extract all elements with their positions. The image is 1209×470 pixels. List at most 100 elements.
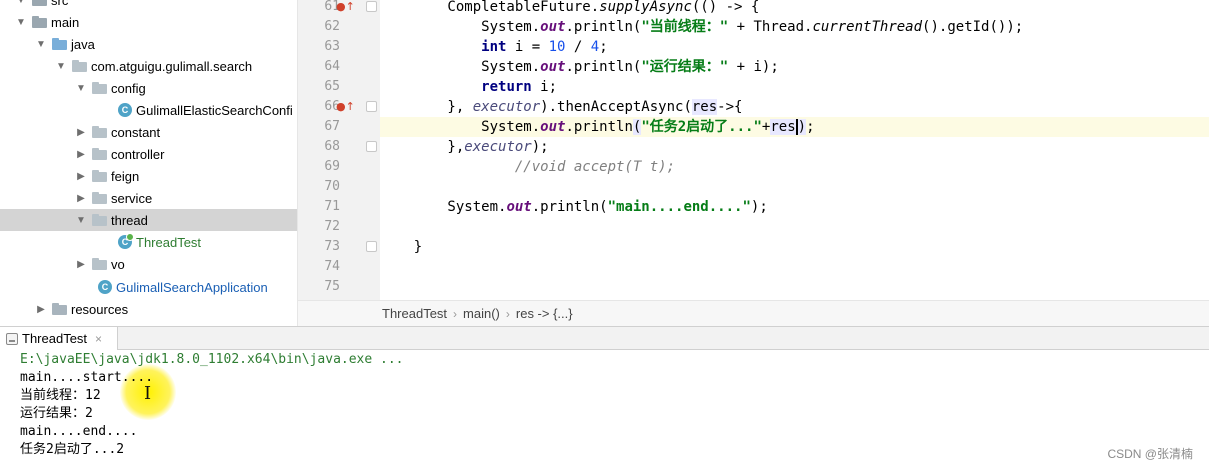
code-line-64: System.out.println("运行结果：" + i);	[380, 59, 779, 75]
chevron-right-icon[interactable]: ▶	[74, 191, 88, 205]
tree-item-thread[interactable]: ▼ thread	[0, 209, 297, 231]
line-number: 67	[324, 119, 340, 134]
folder-icon	[32, 0, 47, 6]
run-tab-threadtest[interactable]: ThreadTest ×	[0, 327, 118, 350]
code-line-71: System.out.println("main....end....");	[380, 199, 768, 215]
tree-item-label: com.atguigu.gulimall.search	[91, 58, 253, 74]
console-output-line: main....start....	[20, 370, 154, 385]
tree-item-controller[interactable]: ▶ controller	[0, 143, 297, 165]
tree-item-src[interactable]: ▼ src	[0, 0, 297, 11]
tree-item-label: constant	[111, 124, 161, 140]
chevron-right-icon: ›	[505, 306, 510, 321]
breadcrumb: ThreadTest › main() › res -> {...}	[298, 300, 1209, 326]
chevron-down-icon[interactable]: ▼	[74, 213, 88, 227]
chevron-right-icon[interactable]: ▶	[74, 147, 88, 161]
code-line-68: },executor);	[380, 139, 549, 155]
tree-item-label: resources	[71, 301, 129, 317]
text-cursor-icon: I	[144, 383, 152, 404]
line-number: 63	[324, 39, 340, 54]
code-line-65: return i;	[481, 79, 558, 95]
chevron-down-icon[interactable]: ▼	[14, 15, 28, 29]
run-tool-window-tabs: ThreadTest ×	[0, 326, 1209, 350]
chevron-right-icon: ›	[453, 306, 458, 321]
tree-item-main[interactable]: ▼ main	[0, 11, 297, 33]
fold-marker-icon[interactable]	[366, 241, 377, 252]
tree-item-resources[interactable]: ▶ resources	[0, 298, 297, 320]
folder-icon	[32, 16, 47, 28]
close-icon[interactable]: ×	[95, 332, 102, 346]
code-line-61: CompletableFuture.supplyAsync(() -> {	[380, 0, 760, 15]
package-icon	[92, 192, 107, 204]
tree-item-java[interactable]: ▼ java	[0, 33, 297, 55]
tree-item-feign[interactable]: ▶ feign	[0, 165, 297, 187]
tree-item-label: ThreadTest	[136, 234, 202, 250]
watermark: CSDN @张清楠	[1107, 447, 1193, 461]
tree-item-label: feign	[111, 168, 140, 184]
run-config-icon	[6, 332, 18, 345]
package-icon	[92, 214, 107, 226]
line-number: 69	[324, 159, 340, 174]
breadcrumb-lambda[interactable]: res -> {...}	[516, 306, 573, 321]
code-line-66: }, executor).thenAcceptAsync(res->{	[380, 99, 743, 115]
tree-item-label: src	[51, 0, 69, 8]
chevron-right-icon[interactable]: ▶	[74, 169, 88, 183]
tree-item-label: GulimallElasticSearchConfi	[136, 102, 293, 118]
java-class-icon: C	[118, 103, 132, 117]
override-up-arrow-icon[interactable]: ●↑	[336, 0, 355, 17]
line-number: 74	[324, 259, 340, 274]
console-output-line: 运行结果：2	[20, 406, 93, 421]
tree-item-label: java	[71, 36, 95, 52]
chevron-down-icon[interactable]: ▼	[34, 37, 48, 51]
tree-item-config-class[interactable]: C GulimallElasticSearchConfi	[0, 99, 297, 121]
line-number: 68	[324, 139, 340, 154]
tree-item-service[interactable]: ▶ service	[0, 187, 297, 209]
chevron-down-icon[interactable]: ▼	[14, 0, 28, 7]
console-command-line: E:\javaEE\java\jdk1.8.0_1102.x64\bin\jav…	[20, 352, 404, 367]
line-number: 66	[324, 99, 340, 114]
chevron-right-icon[interactable]: ▶	[34, 302, 48, 316]
breadcrumb-method[interactable]: main()	[463, 306, 500, 321]
tree-item-vo[interactable]: ▶ vo	[0, 253, 297, 275]
fold-marker-icon[interactable]	[366, 101, 377, 112]
tree-item-threadtest[interactable]: C ThreadTest	[0, 231, 297, 253]
line-number: 64	[324, 59, 340, 74]
package-icon	[92, 148, 107, 160]
code-line-62: System.out.println("当前线程：" + Thread.curr…	[380, 19, 1024, 35]
folder-icon	[52, 38, 67, 50]
fold-marker-icon[interactable]	[366, 141, 377, 152]
code-line-73: }	[380, 239, 423, 255]
chevron-right-icon[interactable]: ▶	[74, 257, 88, 271]
tree-item-label: service	[111, 190, 153, 206]
line-number: 70	[324, 179, 340, 194]
tree-item-label: GulimallSearchApplication	[116, 279, 268, 295]
run-tab-label: ThreadTest	[22, 331, 88, 346]
java-class-icon: C	[118, 233, 134, 249]
project-tree: ▼ src ▼ main ▼ java ▼ com.atguigu.gulima…	[0, 0, 298, 326]
tree-item-label: vo	[111, 256, 125, 272]
package-icon	[92, 82, 107, 94]
package-icon	[92, 258, 107, 270]
fold-marker-icon[interactable]	[366, 1, 377, 12]
tree-item-label: thread	[111, 212, 148, 228]
line-number: 71	[324, 199, 340, 214]
tree-item-application[interactable]: C GulimallSearchApplication	[0, 276, 297, 298]
tree-item-label: config	[111, 80, 146, 96]
line-number: 65	[324, 79, 340, 94]
console-output-line: 任务2启动了...2	[20, 442, 125, 457]
chevron-down-icon[interactable]: ▼	[54, 59, 68, 73]
console-output-line: main....end....	[20, 424, 138, 439]
line-number: 73	[324, 239, 340, 254]
tree-item-config[interactable]: ▼ config	[0, 77, 297, 99]
override-up-arrow-icon[interactable]: ●↑	[336, 97, 355, 117]
tree-item-package-root[interactable]: ▼ com.atguigu.gulimall.search	[0, 55, 297, 77]
console-output-line: 当前线程：12	[20, 388, 101, 403]
line-number: 72	[324, 219, 340, 234]
chevron-right-icon[interactable]: ▶	[74, 125, 88, 139]
line-number: 75	[324, 279, 340, 294]
package-icon	[92, 126, 107, 138]
tree-item-constant[interactable]: ▶ constant	[0, 121, 297, 143]
breadcrumb-class[interactable]: ThreadTest	[382, 306, 447, 321]
tree-item-label: controller	[111, 146, 165, 162]
package-icon	[72, 60, 87, 72]
chevron-down-icon[interactable]: ▼	[74, 81, 88, 95]
